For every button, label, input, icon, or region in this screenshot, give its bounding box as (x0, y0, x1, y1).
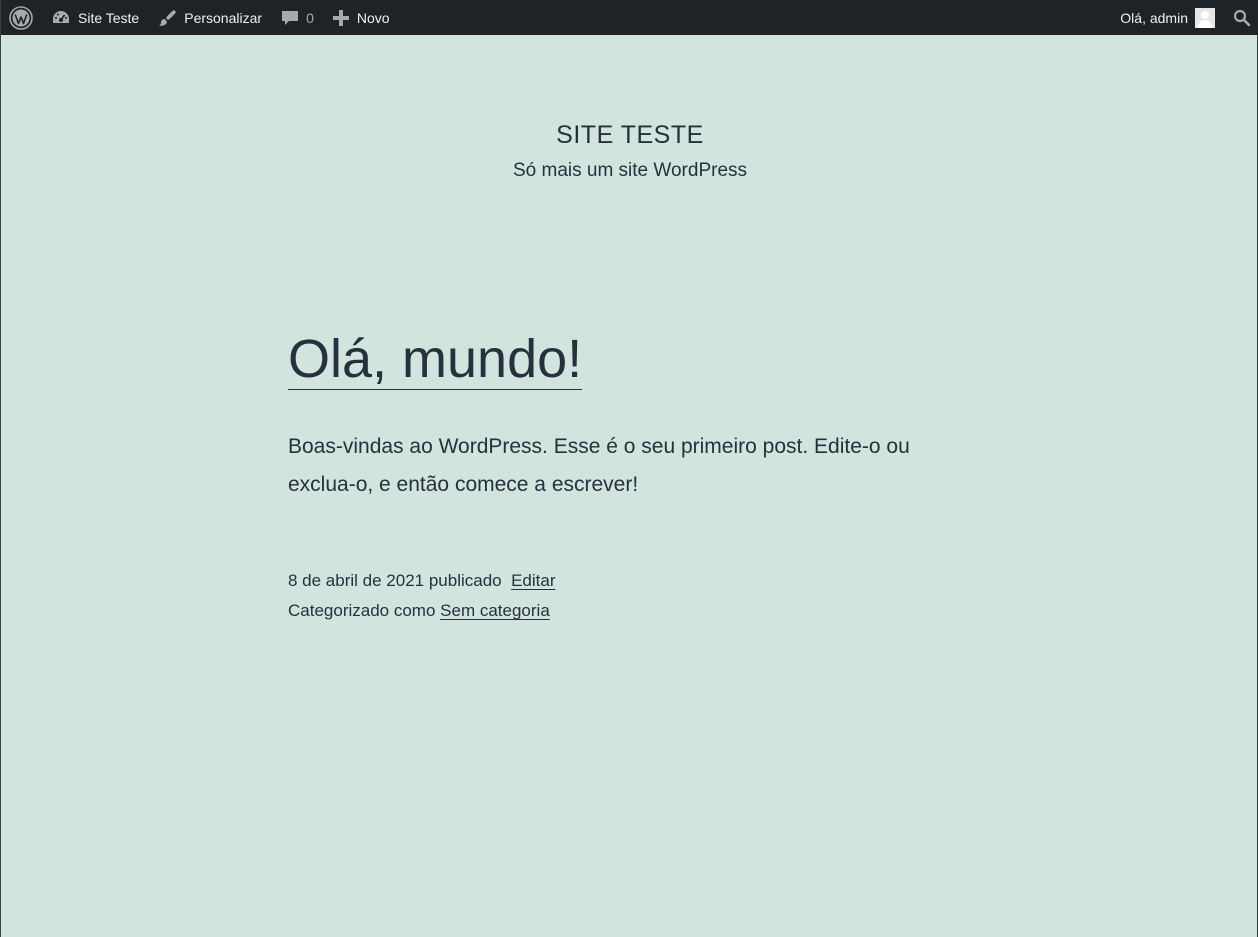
comments-link[interactable]: 0 (271, 0, 323, 35)
greeting-label: Olá, admin (1120, 9, 1188, 26)
page: Site Teste Personalizar 0 Novo Olá, admi… (0, 0, 1258, 937)
admin-bar: Site Teste Personalizar 0 Novo Olá, admi… (1, 0, 1258, 35)
wordpress-icon (9, 5, 33, 30)
dashboard-icon (51, 8, 71, 28)
site-name-label: Site Teste (78, 9, 140, 26)
site-title[interactable]: SITE TESTE (1, 120, 1258, 150)
post-date-line: 8 de abril de 2021 publicado Editar (288, 566, 968, 596)
search-button[interactable] (1225, 0, 1258, 35)
search-icon (1233, 9, 1251, 27)
site-name-menu[interactable]: Site Teste (42, 0, 148, 35)
customize-link[interactable]: Personalizar (148, 0, 271, 35)
avatar (1195, 7, 1215, 28)
edit-post-link[interactable]: Editar (511, 571, 555, 590)
categorized-label: Categorizado como (288, 601, 436, 621)
comment-icon (280, 8, 300, 28)
paintbrush-icon (157, 8, 177, 28)
site-description: Só mais um site WordPress (512, 160, 748, 181)
post-content: Boas-vindas ao WordPress. Esse é o seu p… (288, 435, 910, 497)
new-label: Novo (356, 9, 390, 26)
new-content-menu[interactable]: Novo (323, 0, 399, 35)
comments-count: 0 (306, 9, 314, 26)
wordpress-logo-button[interactable] (1, 0, 42, 35)
plus-icon (332, 9, 350, 27)
post: Olá, mundo! Boas-vindas ao WordPress. Es… (288, 329, 968, 626)
admin-bar-secondary: Olá, admin (1111, 0, 1258, 35)
customize-label: Personalizar (184, 9, 263, 26)
category-link[interactable]: Sem categoria (440, 601, 550, 620)
post-title-link[interactable]: Olá, mundo! (288, 329, 583, 391)
post-category-line: Categorizado como Sem categoria (288, 596, 968, 626)
post-meta: 8 de abril de 2021 publicado Editar Cate… (288, 566, 968, 626)
site-header: SITE TESTE Só mais um site WordPress (1, 120, 1258, 182)
my-account-menu[interactable]: Olá, admin (1111, 0, 1225, 35)
post-date: 8 de abril de 2021 publicado (288, 571, 502, 591)
